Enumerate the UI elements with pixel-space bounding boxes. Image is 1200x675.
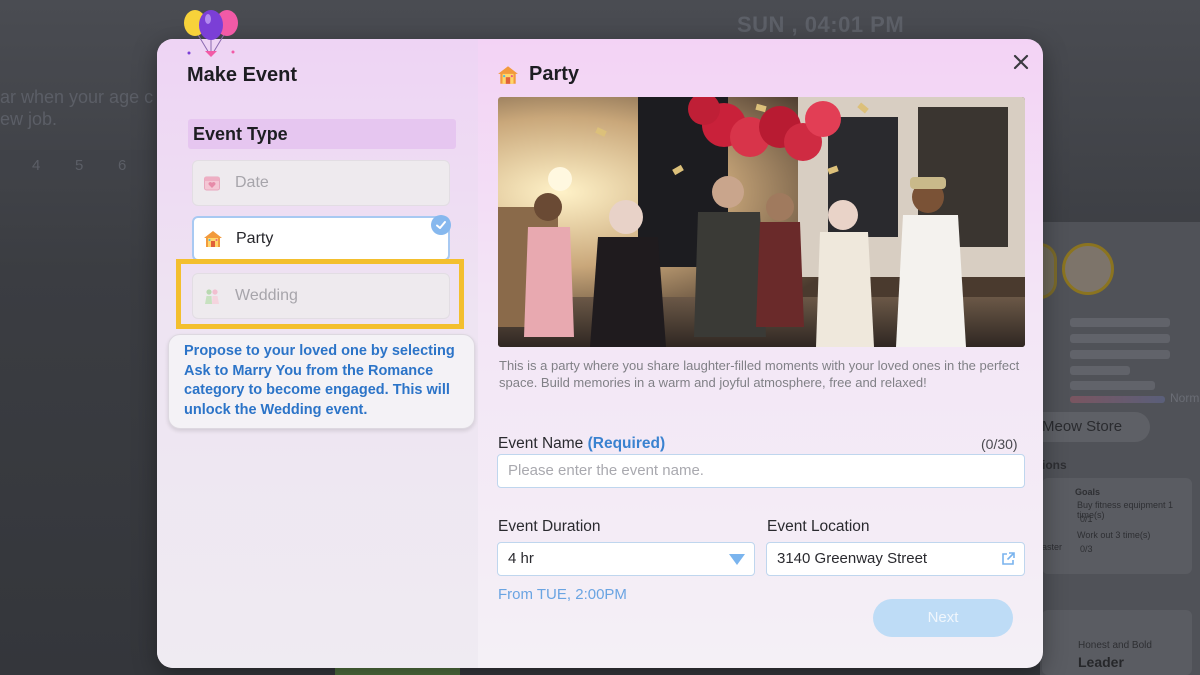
close-icon[interactable]: [1008, 49, 1034, 75]
party-house-icon: [497, 64, 519, 86]
background-green-bar: [335, 668, 460, 675]
event-location-label: Event Location: [767, 518, 870, 535]
event-type-label: Wedding: [235, 287, 298, 304]
dialog-title: Make Event: [187, 64, 298, 86]
calendar-heart-icon: [202, 173, 222, 193]
event-type-label: Party: [236, 229, 274, 247]
background-mood-bar: [1070, 396, 1165, 403]
event-location-field[interactable]: 3140 Greenway Street: [766, 542, 1025, 576]
selected-event-title: Party: [529, 63, 580, 85]
background-blurred-text: [1070, 334, 1170, 343]
goals-card: [1042, 478, 1192, 574]
goal-progress: 0/1: [1080, 514, 1093, 524]
background-blurred-text: [1070, 366, 1130, 375]
balloons-icon: [184, 10, 238, 57]
event-start-time: From TUE, 2:00PM: [498, 586, 627, 603]
goals-title: Goals: [1075, 487, 1101, 497]
background-number: 5: [75, 157, 84, 174]
background-number: 6: [118, 157, 127, 174]
wedding-couple-icon: [202, 286, 222, 306]
master-label: aster: [1042, 542, 1063, 552]
event-duration-value: 4 hr: [508, 550, 534, 567]
event-name-label-text: Event Name: [498, 435, 584, 452]
background-blurred-text: [1070, 381, 1155, 390]
clock-display: SUN , 04:01 PM: [737, 12, 905, 37]
event-type-wedding[interactable]: Wedding: [192, 273, 450, 319]
background-blurred-text: [1070, 318, 1170, 327]
event-duration-select[interactable]: 4 hr: [497, 542, 755, 576]
goal-text: Buy fitness equipment 1 time(s): [1077, 500, 1174, 520]
event-location-value: 3140 Greenway Street: [777, 550, 928, 567]
selected-event-heading: Party: [497, 63, 579, 86]
event-duration-label: Event Duration: [498, 518, 601, 535]
background-norm-label: Norm: [1170, 391, 1200, 405]
background-text-line: ar when your age c: [0, 87, 154, 107]
goal-text: Work out 3 time(s): [1077, 530, 1151, 540]
goal-progress: 0/3: [1080, 544, 1093, 554]
event-description: This is a party where you share laughter…: [499, 358, 1020, 390]
event-name-input[interactable]: Please enter the event name.: [497, 454, 1025, 488]
checkmark-icon: [431, 215, 451, 235]
wedding-unlock-tooltip: Propose to your loved one by selecting A…: [168, 334, 475, 429]
trait-subtitle: Honest and Bold: [1078, 640, 1152, 651]
event-type-date[interactable]: Date: [192, 160, 450, 206]
missions-label: ions: [1042, 458, 1067, 472]
event-type-party[interactable]: Party: [192, 215, 451, 261]
background-blurred-text: [1070, 350, 1170, 359]
next-button[interactable]: Next: [873, 599, 1013, 637]
required-marker: (Required): [587, 435, 666, 452]
external-link-icon[interactable]: [1000, 551, 1016, 567]
event-type-label: Date: [235, 174, 269, 191]
event-name-counter: (0/30): [981, 436, 1018, 452]
dropdown-arrow-icon: [729, 554, 745, 565]
trait-title: Leader: [1078, 654, 1124, 670]
event-name-label: Event Name (Required): [498, 435, 665, 453]
party-house-icon: [203, 229, 223, 249]
avatar: [1062, 243, 1114, 295]
party-illustration: [498, 97, 1025, 347]
meow-store-button: Meow Store: [1040, 412, 1150, 442]
event-type-heading: Event Type: [188, 119, 456, 149]
background-number: 4: [32, 157, 41, 174]
background-text-line: ew job.: [0, 109, 58, 129]
background-side-panel: [1040, 222, 1200, 675]
